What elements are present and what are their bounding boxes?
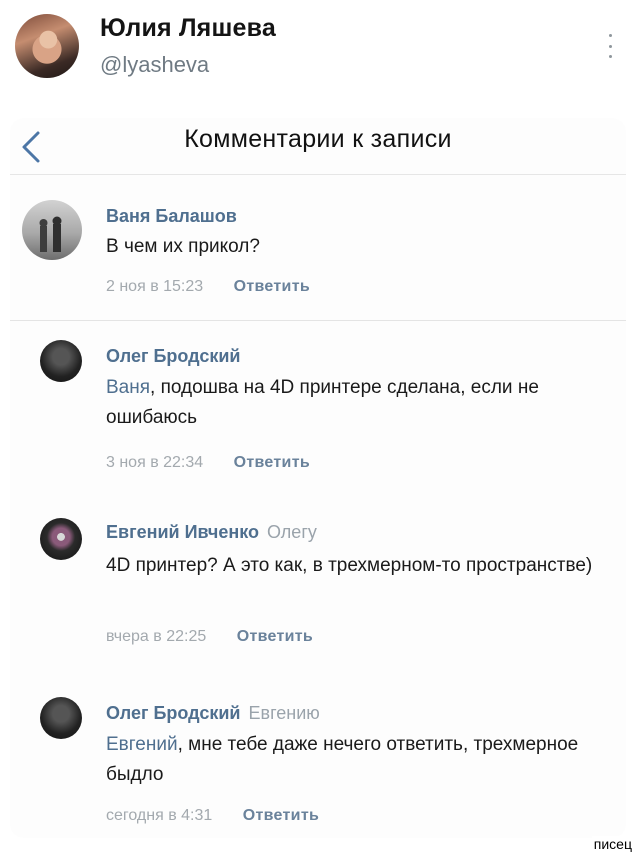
comment-text: Евгений, мне тебе даже нечего ответить, …: [106, 734, 579, 785]
author-display-name[interactable]: Юлия Ляшева: [100, 14, 276, 43]
commenter-avatar[interactable]: [40, 697, 82, 739]
comment-author[interactable]: Олег Бродский Евгению: [106, 703, 320, 724]
tweet-header: Юлия Ляшева @lyasheva: [0, 0, 640, 100]
comment-item: Ваня Балашов В чем их прикол? 2 ноя в 15…: [10, 188, 626, 308]
comment-item: Евгений Ивченко Олегу 4D принтер? А это к…: [10, 508, 626, 668]
comment-text: Ваня, подошва на 4D принтере сделана, ес…: [106, 377, 539, 428]
comment-time: сегодня в 4:31: [106, 807, 213, 824]
author-avatar[interactable]: [15, 14, 79, 78]
comment-meta: 2 ноя в 15:23 Ответить: [106, 278, 310, 296]
comment-author[interactable]: Евгений Ивченко Олегу: [106, 522, 317, 543]
comment-meta: сегодня в 4:31 Ответить: [106, 807, 319, 825]
comment-author[interactable]: Олег Бродский: [106, 346, 241, 367]
comment-meta: 3 ноя в 22:34 Ответить: [106, 454, 310, 472]
commenter-avatar[interactable]: [22, 200, 82, 260]
comment-time: вчера в 22:25: [106, 628, 207, 645]
commenter-avatar[interactable]: [40, 518, 82, 560]
comments-title: Комментарии к записи: [184, 125, 452, 153]
commenter-avatar[interactable]: [40, 340, 82, 382]
people-silhouette-icon: [39, 216, 62, 252]
comment-meta: вчера в 22:25 Ответить: [106, 628, 313, 646]
mention-link[interactable]: Ваня: [106, 377, 150, 398]
comments-header: Комментарии к записи: [10, 118, 626, 175]
comment-text: 4D принтер? А это как, в трехмерном-то п…: [106, 555, 593, 576]
comment-author[interactable]: Ваня Балашов: [106, 206, 237, 227]
author-handle[interactable]: @lyasheva: [100, 52, 209, 78]
divider: [10, 320, 626, 321]
more-options-icon[interactable]: [600, 32, 620, 60]
reply-button[interactable]: Ответить: [237, 628, 313, 645]
comment-text: В чем их прикол?: [106, 236, 260, 257]
comment-time: 2 ноя в 15:23: [106, 278, 204, 295]
watermark: писец: [591, 836, 634, 852]
reply-to-name[interactable]: Евгению: [249, 703, 320, 723]
reply-button[interactable]: Ответить: [234, 278, 310, 295]
reply-to-name[interactable]: Олегу: [267, 522, 317, 542]
reply-button[interactable]: Ответить: [234, 454, 310, 471]
comment-item: Олег Бродский Евгению Евгений, мне тебе д…: [10, 683, 626, 838]
comment-time: 3 ноя в 22:34: [106, 454, 204, 471]
embedded-screenshot[interactable]: Комментарии к записи Ваня Балашов В чем …: [10, 118, 626, 838]
mention-link[interactable]: Евгений: [106, 734, 178, 755]
reply-button[interactable]: Ответить: [243, 807, 319, 824]
comment-item: Олег Бродский Ваня, подошва на 4D принте…: [10, 330, 626, 490]
